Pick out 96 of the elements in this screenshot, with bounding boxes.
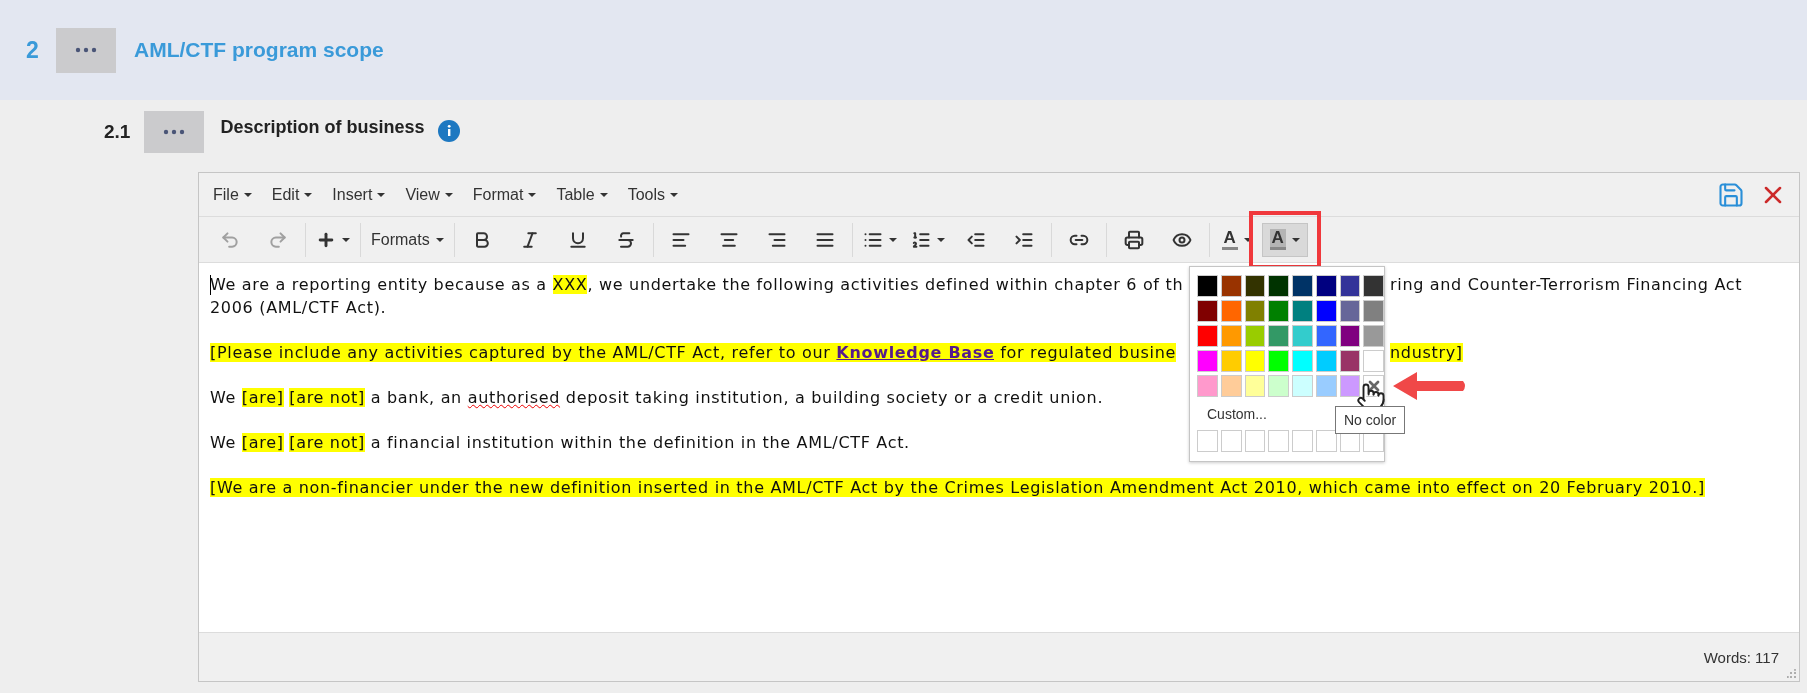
color-swatch[interactable]	[1292, 375, 1313, 397]
menu-item[interactable]: Table	[546, 179, 618, 210]
custom-color-slot[interactable]	[1220, 430, 1242, 452]
custom-color-slot[interactable]	[1268, 430, 1289, 452]
caret-icon	[670, 192, 679, 197]
custom-color-slot[interactable]	[1292, 430, 1313, 452]
color-swatch[interactable]	[1315, 275, 1337, 297]
color-swatch[interactable]	[1220, 350, 1242, 372]
undo-icon	[220, 229, 240, 250]
info-icon[interactable]	[438, 119, 461, 142]
color-swatch[interactable]	[1244, 275, 1266, 297]
printer-icon	[1123, 229, 1144, 250]
formats-dropdown[interactable]: Formats	[365, 222, 450, 257]
caret-icon	[342, 237, 350, 242]
color-swatch[interactable]	[1244, 300, 1266, 322]
color-swatch[interactable]	[1197, 375, 1218, 397]
custom-color-slot[interactable]	[1315, 430, 1337, 452]
color-swatch[interactable]	[1220, 300, 1242, 322]
text-cursor	[210, 275, 211, 295]
paragraph-text: [Please include any activities captured by the AML/CTF Act, refer to our Knowledge Base for regulated busine	[210, 342, 1176, 364]
color-swatch[interactable]	[1292, 275, 1313, 297]
caret-icon	[599, 192, 608, 197]
color-swatch[interactable]	[1363, 275, 1384, 297]
menu-item[interactable]: File	[203, 179, 262, 210]
caret-icon	[1291, 237, 1300, 242]
caret-icon	[435, 237, 444, 242]
tooltip: No color	[1335, 406, 1406, 434]
redo-icon	[268, 229, 288, 250]
color-swatch[interactable]	[1339, 300, 1361, 322]
text-color-button[interactable]: A	[1213, 222, 1260, 257]
color-swatch[interactable]	[1197, 325, 1218, 347]
menu-item[interactable]: Insert	[322, 179, 396, 210]
subsection-title: Description of business	[220, 117, 425, 138]
save-icon[interactable]	[1717, 180, 1745, 209]
dots-icon	[75, 47, 97, 53]
color-swatch[interactable]	[1339, 350, 1361, 372]
color-swatch[interactable]	[1268, 275, 1289, 297]
knowledge-base-link[interactable]: Knowledge Base	[836, 343, 995, 362]
caret-icon	[444, 192, 453, 197]
section-number: 2	[26, 36, 40, 64]
color-swatch[interactable]	[1268, 375, 1289, 397]
color-swatch[interactable]	[1197, 275, 1218, 297]
color-swatch[interactable]	[1244, 350, 1266, 372]
caret-icon	[936, 237, 945, 242]
menu-item[interactable]: Tools	[617, 179, 689, 210]
color-swatch[interactable]	[1244, 375, 1266, 397]
word-count: Words: 117	[1703, 648, 1779, 666]
menu-item[interactable]: View	[395, 179, 463, 210]
background-color-button[interactable]: A	[1261, 222, 1308, 257]
numbered-list-icon	[910, 229, 931, 250]
paragraph-text: [We are a non-financier under the new definition inserted in the AML/CTF Act by the Crimes Legislation Amendment Act 2010, which came into effect on 20 February 2010.]	[210, 477, 1705, 499]
color-swatch[interactable]	[1315, 325, 1337, 347]
caret-icon	[1243, 237, 1252, 242]
color-swatch[interactable]	[1363, 300, 1384, 322]
caret-icon	[243, 192, 252, 197]
section-title: AML/CTF program scope	[134, 38, 384, 62]
color-swatch[interactable]	[1363, 325, 1384, 347]
color-swatch[interactable]	[1339, 325, 1361, 347]
color-swatch[interactable]	[1220, 275, 1242, 297]
paragraph-text: ring and Counter-Terrorism Financing Act	[1390, 274, 1743, 296]
custom-color-button[interactable]: Custom...	[1197, 400, 1277, 430]
color-swatch[interactable]	[1197, 350, 1218, 372]
caret-icon	[377, 192, 386, 197]
custom-color-slot[interactable]	[1197, 430, 1218, 452]
color-swatch[interactable]	[1315, 375, 1337, 397]
dots-icon	[163, 128, 186, 135]
color-swatch[interactable]	[1268, 325, 1289, 347]
menu-item[interactable]: Edit	[261, 179, 323, 210]
color-swatch[interactable]	[1268, 350, 1289, 372]
underline-icon	[567, 229, 588, 250]
menu-item[interactable]: Format	[462, 179, 547, 210]
color-swatch[interactable]	[1220, 375, 1242, 397]
caret-icon	[888, 237, 897, 242]
color-swatch[interactable]	[1339, 275, 1361, 297]
strikethrough-icon	[615, 229, 636, 250]
caret-icon	[528, 192, 537, 197]
color-swatch[interactable]	[1197, 300, 1218, 322]
paragraph-text: We [are] [are not] a financial institution within the definition in the AML/CTF Act.	[210, 432, 910, 454]
color-swatch[interactable]	[1292, 350, 1313, 372]
resize-grip-icon[interactable]	[1787, 669, 1797, 679]
custom-color-slot[interactable]	[1244, 430, 1266, 452]
color-swatch[interactable]	[1339, 375, 1361, 397]
color-swatch[interactable]	[1315, 350, 1337, 372]
color-swatch[interactable]	[1244, 325, 1266, 347]
caret-icon	[304, 192, 313, 197]
color-swatch[interactable]	[1363, 350, 1384, 372]
subsection-number: 2.1	[104, 120, 131, 143]
paragraph-text: We [are] [are not] a bank, an authorised deposit taking institution, a building society or a credit union.	[210, 387, 1104, 409]
paragraph-text: 2006 (AML/CTF Act).	[210, 297, 387, 319]
paragraph-text: We are a reporting entity because as a XXX, we undertake the following activities defined within chapter 6 of th	[210, 274, 1184, 296]
paragraph-text: ndustry]	[1390, 342, 1463, 364]
color-swatch[interactable]	[1315, 300, 1337, 322]
color-swatch[interactable]	[1268, 300, 1289, 322]
color-swatch[interactable]	[1292, 300, 1313, 322]
color-swatch[interactable]	[1220, 325, 1242, 347]
color-swatch[interactable]	[1292, 325, 1313, 347]
